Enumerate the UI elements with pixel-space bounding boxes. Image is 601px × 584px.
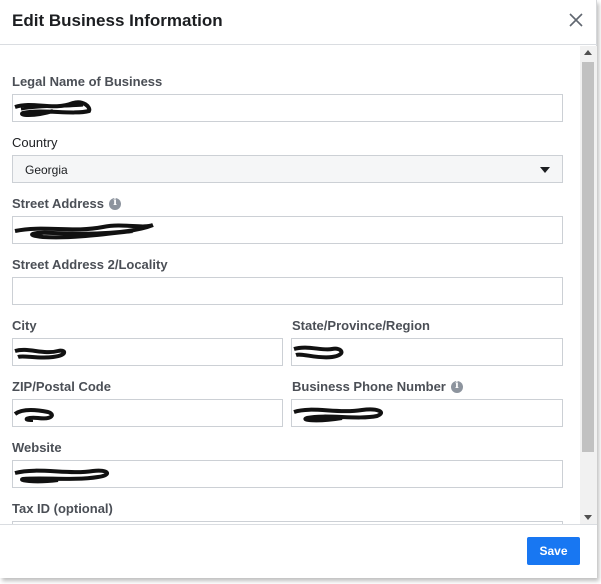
legal-name-input[interactable] [12, 94, 563, 122]
info-icon[interactable] [450, 380, 463, 393]
dialog-header: Edit Business Information [0, 0, 597, 45]
edit-business-dialog: Edit Business Information Legal Name of … [0, 0, 597, 578]
street-address-label-text: Street Address [12, 196, 104, 211]
dialog-body: Legal Name of Business Country Georgia S… [0, 46, 580, 524]
redaction-scribble [14, 223, 154, 240]
scroll-up-icon[interactable] [584, 50, 592, 55]
redaction-scribble [293, 407, 383, 423]
phone-label: Business Phone Number [292, 379, 463, 394]
street-address-2-label: Street Address 2/Locality [12, 257, 168, 272]
close-icon[interactable] [566, 10, 586, 30]
caret-down-icon [540, 167, 550, 173]
dialog-title: Edit Business Information [12, 11, 223, 30]
redaction-scribble [14, 100, 92, 117]
redaction-scribble [13, 408, 54, 422]
redaction-scribble [14, 468, 109, 484]
scrollbar[interactable] [580, 46, 597, 524]
tax-id-label: Tax ID (optional) [12, 501, 113, 516]
website-label: Website [12, 440, 62, 455]
phone-label-text: Business Phone Number [292, 379, 446, 394]
dialog-footer: Save [0, 524, 597, 578]
phone-input[interactable] [291, 399, 563, 427]
legal-name-label: Legal Name of Business [12, 74, 163, 89]
state-label: State/Province/Region [292, 318, 430, 333]
website-input[interactable] [12, 460, 563, 488]
zip-label: ZIP/Postal Code [12, 379, 111, 394]
zip-input[interactable] [12, 399, 283, 427]
save-button[interactable]: Save [527, 537, 580, 565]
street-address-input[interactable] [12, 216, 563, 244]
redaction-scribble [293, 345, 344, 360]
street-address-label: Street Address [12, 196, 121, 211]
state-input[interactable] [291, 338, 563, 366]
city-input[interactable] [12, 338, 283, 366]
scroll-thumb[interactable] [582, 62, 594, 452]
country-select[interactable]: Georgia [12, 155, 563, 183]
city-label: City [12, 318, 37, 333]
street-address-2-input[interactable] [12, 277, 563, 305]
redaction-scribble [14, 347, 67, 360]
info-icon[interactable] [109, 197, 121, 210]
country-label: Country [12, 135, 58, 150]
country-value: Georgia [25, 163, 68, 177]
scroll-down-icon[interactable] [584, 515, 592, 520]
